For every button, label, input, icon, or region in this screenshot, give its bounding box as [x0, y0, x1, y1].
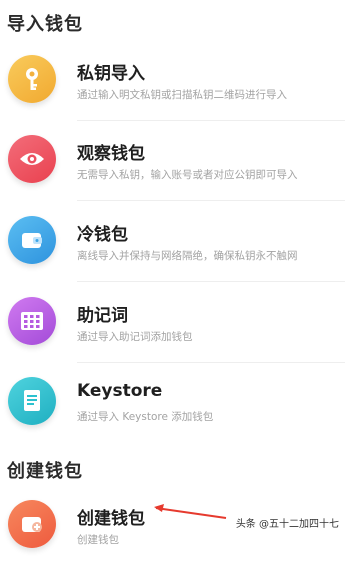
cold-wallet-item[interactable]: 冷钱包 离线导入并保持与网络隔绝，确保私钥永不触网 — [0, 202, 345, 282]
cold-wallet-desc: 离线导入并保持与网络隔绝，确保私钥永不触网 — [77, 250, 298, 262]
keystore-item[interactable]: Keystore 通过导入 Keystore 添加钱包 — [0, 363, 345, 443]
wallet-icon — [8, 216, 56, 264]
private-key-import-item[interactable]: 私钥导入 通过输入明文私钥或扫描私钥二维码进行导入 — [0, 41, 345, 121]
watermark: 头条 @五十二加四十七 — [235, 519, 339, 530]
grid-icon — [8, 297, 56, 345]
import-section-title: 导入钱包 — [7, 14, 83, 35]
keystore-title: Keystore — [77, 381, 163, 401]
divider — [77, 200, 345, 201]
document-icon — [8, 377, 56, 425]
watch-wallet-desc: 无需导入私钥，输入账号或者对应公钥即可导入 — [77, 169, 298, 181]
private-key-import-desc: 通过输入明文私钥或扫描私钥二维码进行导入 — [77, 89, 287, 101]
wallet-plus-icon — [8, 500, 56, 548]
create-section-title: 创建钱包 — [7, 461, 83, 482]
key-icon — [8, 55, 56, 103]
mnemonic-item[interactable]: 助记词 通过导入助记词添加钱包 — [0, 283, 345, 363]
annotation-arrow-icon — [154, 504, 227, 519]
private-key-import-title: 私钥导入 — [77, 64, 145, 84]
keystore-desc: 通过导入 Keystore 添加钱包 — [77, 411, 214, 423]
eye-icon — [8, 135, 56, 183]
watch-wallet-title: 观察钱包 — [77, 144, 145, 164]
mnemonic-desc: 通过导入助记词添加钱包 — [77, 331, 193, 343]
create-wallet-title: 创建钱包 — [77, 509, 145, 529]
watch-wallet-item[interactable]: 观察钱包 无需导入私钥，输入账号或者对应公钥即可导入 — [0, 121, 345, 201]
create-wallet-desc: 创建钱包 — [77, 534, 119, 546]
divider — [77, 281, 345, 282]
cold-wallet-title: 冷钱包 — [77, 225, 128, 245]
mnemonic-title: 助记词 — [77, 306, 128, 326]
